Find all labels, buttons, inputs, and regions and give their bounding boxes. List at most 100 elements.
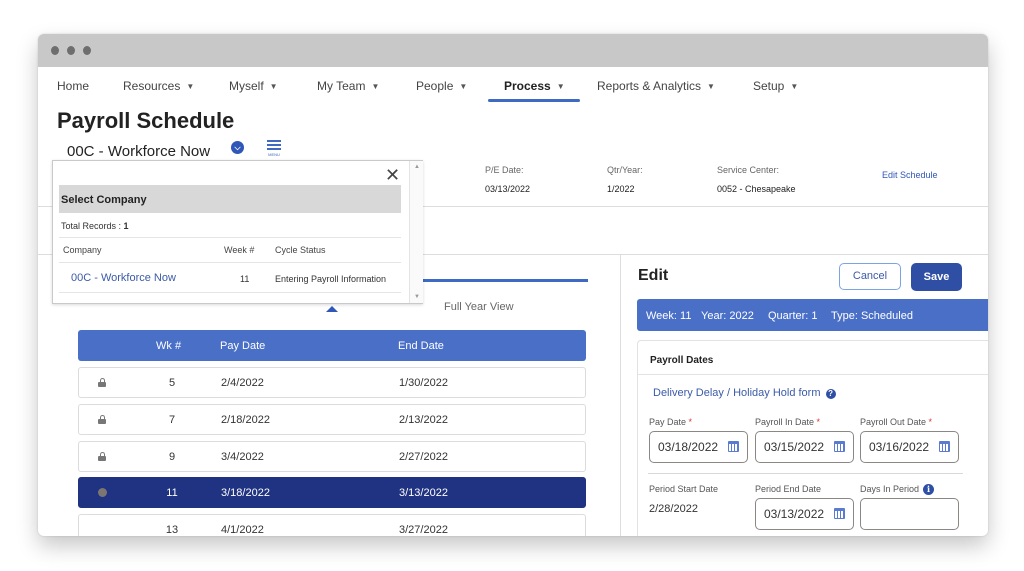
pe-date-info: P/E Date: 03/13/2022 [485, 165, 530, 194]
dropdown-title: Select Company [61, 194, 147, 206]
browser-window: Home Resources ▼ Myself ▼ My Team ▼ People ▼… [38, 34, 988, 536]
input-value: 03/18/2022 [658, 440, 719, 454]
window-maximize-dot[interactable] [83, 46, 91, 55]
save-button[interactable]: Save [911, 263, 962, 291]
cancel-button[interactable]: Cancel [839, 263, 901, 290]
label-text: Payroll Out Date [860, 417, 927, 427]
days-in-period-input[interactable] [860, 498, 959, 530]
calendar-icon[interactable] [939, 441, 950, 452]
menu-label: MENU [268, 152, 280, 157]
label-text: Payroll In Date [755, 417, 815, 427]
close-icon[interactable]: ✕ [385, 166, 400, 184]
option-week: 11 [240, 274, 250, 284]
window-close-dot[interactable] [51, 46, 59, 55]
row-week: 9 [168, 451, 176, 463]
caret-down-icon: ▼ [459, 82, 468, 91]
nav-label: Process [504, 79, 551, 93]
window-minimize-dot[interactable] [67, 46, 75, 55]
menu-icon[interactable]: MENU [265, 140, 283, 157]
calendar-icon[interactable] [728, 441, 739, 452]
pe-date-label: P/E Date: [485, 165, 524, 175]
row-week: 7 [168, 414, 176, 426]
dropdown-scrollbar[interactable]: ▲ ▼ [409, 161, 423, 303]
pay-date-input[interactable]: 03/18/2022 [649, 431, 748, 463]
nav-myself[interactable]: Myself ▼ [229, 79, 278, 93]
col-company: Company [63, 245, 102, 255]
schedule-table-header: Wk # Pay Date End Date [78, 330, 586, 361]
row-pay-date: 2/4/2022 [221, 377, 264, 389]
lock-icon [98, 415, 106, 424]
calendar-icon[interactable] [834, 441, 845, 452]
week-summary-bar: Week: 11 Year: 2022 Quarter: 1 Type: Sch… [637, 299, 988, 331]
nav-setup[interactable]: Setup ▼ [753, 79, 798, 93]
caret-down-icon: ▼ [707, 82, 715, 91]
nav-reports-analytics[interactable]: Reports & Analytics ▼ [597, 79, 715, 93]
scroll-up-icon[interactable]: ▲ [414, 164, 420, 170]
full-year-view-tab[interactable]: Full Year View [444, 301, 514, 313]
row-week: 5 [168, 377, 176, 389]
period-end-date-input[interactable]: 03/13/2022 [755, 498, 854, 530]
panel-divider [620, 254, 621, 536]
caret-down-icon: ▼ [790, 82, 799, 91]
divider [648, 473, 963, 474]
menu-bar [267, 148, 281, 150]
info-icon[interactable]: i [923, 484, 935, 495]
input-value: 03/16/2022 [869, 440, 930, 454]
schedule-row-selected[interactable]: 11 3/18/2022 3/13/2022 [78, 477, 586, 508]
triangle-up-icon[interactable] [326, 306, 338, 312]
input-value: 03/13/2022 [764, 507, 825, 521]
payroll-out-date-input[interactable]: 03/16/2022 [860, 431, 959, 463]
schedule-row[interactable]: 13 4/1/2022 3/27/2022 [78, 514, 586, 536]
page-title: Payroll Schedule [57, 108, 235, 133]
summary-week: Week: 11 [646, 310, 692, 322]
pe-date-value: 03/13/2022 [485, 184, 531, 194]
required-marker: * [816, 417, 821, 427]
caret-down-icon: ▼ [371, 82, 380, 91]
total-records-value: 1 [123, 221, 129, 231]
status-dot-icon [98, 488, 107, 497]
period-start-date-label: Period Start Date [649, 484, 719, 494]
calendar-icon[interactable] [834, 508, 845, 519]
schedule-row[interactable]: 5 2/4/2022 1/30/2022 [78, 367, 586, 398]
nav-label: Setup [753, 79, 785, 93]
nav-label: People [416, 79, 454, 93]
company-name: 00C - Workforce Now [67, 143, 211, 160]
col-cycle-status: Cycle Status [275, 245, 326, 255]
service-center-label: Service Center: [717, 165, 780, 175]
company-option-link[interactable]: 00C - Workforce Now [71, 272, 176, 284]
period-end-date-label: Period End Date [755, 484, 822, 494]
col-week: Week # [224, 245, 255, 255]
caret-down-icon: ▼ [556, 82, 565, 91]
nav-label: Resources [123, 79, 181, 93]
row-end-date: 1/30/2022 [399, 377, 448, 389]
company-select-chevron-icon[interactable]: ⌵ [231, 141, 244, 154]
service-center-info: Service Center: 0052 - Chesapeake [717, 165, 796, 194]
nav-resources[interactable]: Resources ▼ [123, 79, 194, 93]
col-pay-date: Pay Date [220, 340, 266, 352]
payroll-in-date-input[interactable]: 03/15/2022 [755, 431, 854, 463]
lock-icon [98, 378, 106, 387]
schedule-row[interactable]: 7 2/18/2022 2/13/2022 [78, 404, 586, 435]
edit-schedule-link[interactable]: Edit Schedule [882, 170, 938, 180]
nav-process[interactable]: Process ▼ [504, 79, 565, 93]
title-bar [38, 34, 988, 67]
nav-people[interactable]: People ▼ [416, 79, 467, 93]
holiday-hold-form-link[interactable]: Delivery Delay / Holiday Hold form ? [653, 387, 836, 399]
col-end-date: End Date [398, 340, 444, 352]
main-nav: Home Resources ▼ Myself ▼ My Team ▼ People ▼… [38, 67, 988, 103]
row-pay-date: 4/1/2022 [221, 524, 264, 536]
col-week: Wk # [156, 340, 182, 352]
active-nav-indicator [488, 99, 580, 102]
scroll-down-icon[interactable]: ▼ [414, 294, 420, 300]
divider [59, 237, 401, 238]
payroll-in-date-label: Payroll In Date * [755, 417, 820, 427]
qtr-year-label: Qtr/Year: [607, 165, 643, 175]
nav-my-team[interactable]: My Team ▼ [317, 79, 379, 93]
help-icon[interactable]: ? [825, 389, 836, 399]
row-end-date: 2/13/2022 [399, 414, 448, 426]
nav-home[interactable]: Home [57, 79, 89, 93]
row-end-date: 3/27/2022 [399, 524, 448, 536]
payroll-dates-card: Payroll Dates Delivery Delay / Holiday H… [637, 340, 988, 536]
caret-down-icon: ▼ [269, 82, 278, 91]
schedule-row[interactable]: 9 3/4/2022 2/27/2022 [78, 441, 586, 472]
